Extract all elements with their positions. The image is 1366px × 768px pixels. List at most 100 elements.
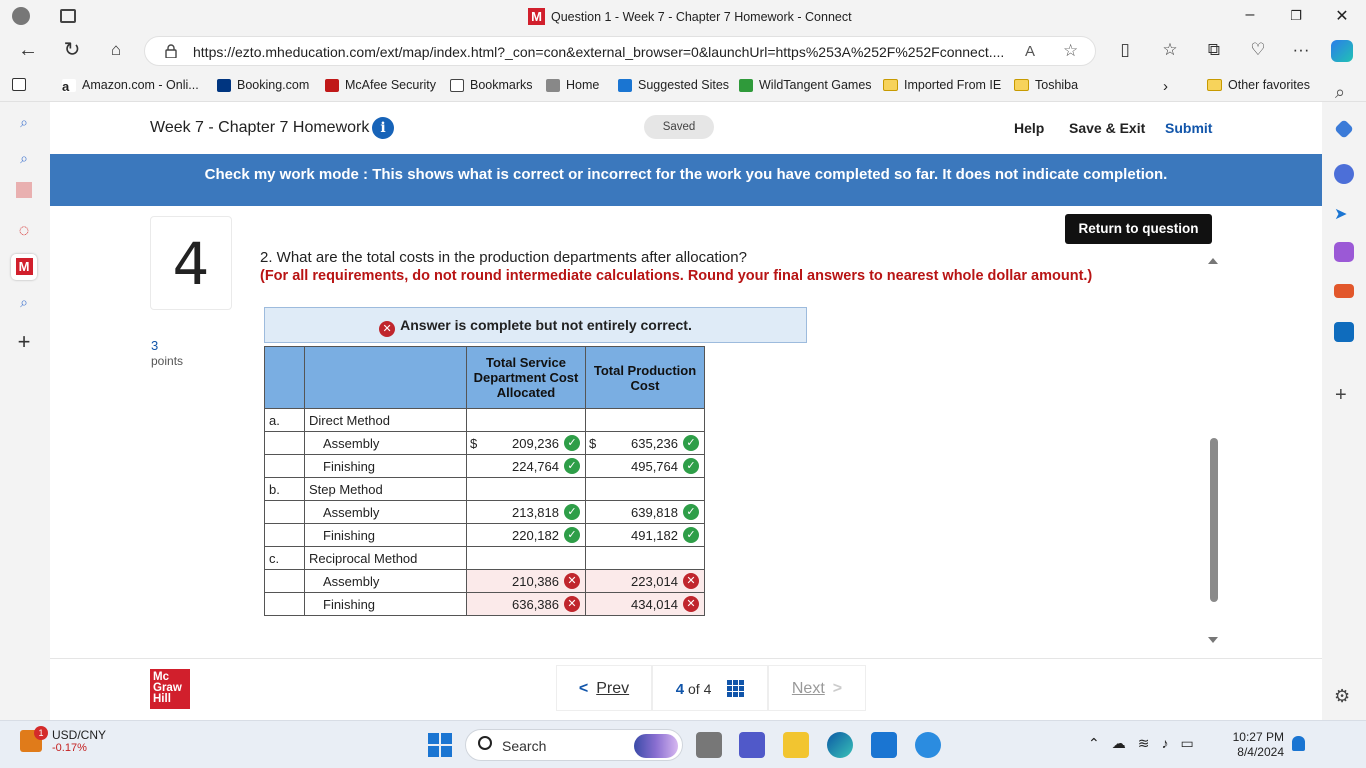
folder-icon [1014,79,1029,91]
read-aloud-icon[interactable]: A [1025,43,1035,60]
app-tile-icon[interactable] [16,182,32,198]
add-icon[interactable]: + [1335,384,1347,407]
allocated-cost-input[interactable]: $209,236 ✓ [466,431,586,455]
incorrect-icon: ✕ [379,321,396,337]
total-production-cost-input[interactable]: $635,236 ✓ [585,431,705,455]
question-text: 2. What are the total costs in the produ… [260,249,747,266]
cloud-icon[interactable]: ☁ [1112,735,1126,752]
department-label: Assembly [304,431,467,455]
outlook-icon[interactable] [1334,322,1354,342]
file-explorer-icon[interactable] [783,732,809,758]
booking-icon [217,78,231,92]
bookmark-toshiba[interactable]: Toshiba [1014,78,1078,92]
mcgraw-hill-tab-icon[interactable]: M [11,254,37,280]
save-exit-link[interactable]: Save & Exit [1069,120,1145,136]
taskbar-search[interactable]: Search [465,729,683,761]
next-button[interactable]: Next > [768,665,866,711]
notification-bell-icon[interactable] [1292,736,1305,751]
copilot-sidebar-icon[interactable] [1334,164,1354,184]
bookmark-mcafee[interactable]: McAfee Security [325,78,436,92]
favorites-icon[interactable]: ☆ [1158,40,1182,60]
favorite-star-icon[interactable]: ☆ [1063,41,1078,61]
back-icon[interactable]: ← [16,40,40,60]
allocated-cost-input[interactable]: 210,386 ✕ [466,569,586,593]
scroll-up-arrow-icon[interactable] [1208,258,1218,264]
scroll-down-arrow-icon[interactable] [1208,637,1218,643]
total-production-cost-input[interactable]: 495,764 ✓ [585,454,705,478]
sidebar-toggle-icon[interactable] [12,78,26,91]
left-sidebar: ⌕ ⌕ ◌ M ⌕ + [0,102,48,720]
home-bookmark-icon [546,78,560,92]
home-icon[interactable]: ⌂ [104,40,128,60]
bookmark-imported-from-ie[interactable]: Imported From IE [883,78,1001,92]
table-row: Assembly 210,386 ✕ 223,014 ✕ [264,569,705,593]
info-icon[interactable]: i [372,117,394,139]
help-app-icon[interactable] [915,732,941,758]
chevron-up-icon[interactable]: ⌃ [1088,735,1100,752]
windows-start-icon[interactable] [428,733,452,757]
settings-gear-icon[interactable]: ⚙ [1334,686,1350,707]
restore-button[interactable]: ❐ [1284,8,1308,24]
extensions-health-icon[interactable]: ♡ [1246,40,1270,60]
app-circle-icon[interactable]: ◌ [12,218,36,242]
bookmarks-overflow-chevron-icon[interactable]: › [1163,78,1168,95]
allocated-cost-input[interactable]: 224,764 ✓ [466,454,586,478]
bookmark-amazon[interactable]: a Amazon.com - Onli... [62,78,199,94]
store-icon[interactable] [871,732,897,758]
wifi-icon[interactable]: ≋ [1138,735,1150,752]
submit-link[interactable]: Submit [1165,120,1212,136]
total-production-cost-input[interactable]: 639,818 ✓ [585,500,705,524]
allocated-cost-input[interactable]: 636,386 ✕ [466,592,586,616]
tag-icon[interactable] [1334,119,1354,139]
scrollbar-thumb[interactable] [1210,438,1218,602]
return-to-question-button[interactable]: Return to question [1065,214,1212,244]
url-text[interactable]: https://ezto.mheducation.com/ext/map/ind… [193,44,1004,60]
stock-widget[interactable]: 1 USD/CNY -0.17% [20,726,106,754]
search-icon[interactable]: ⌕ [1335,82,1345,103]
bookmark-bookmarks[interactable]: Bookmarks [450,78,533,92]
battery-icon[interactable]: ▭ [1180,735,1193,752]
add-icon[interactable]: + [12,330,36,354]
bookmark-booking[interactable]: Booking.com [217,78,309,92]
total-production-cost-input[interactable]: 434,014 ✕ [585,592,705,616]
refresh-icon[interactable]: ↻ [60,40,84,60]
profile-icon[interactable] [12,7,30,25]
prev-button[interactable]: < Prev [556,665,652,711]
search-icon[interactable]: ⌕ [12,290,36,314]
bookmark-wildtangent[interactable]: WildTangent Games [739,78,872,92]
tab-actions-icon[interactable] [60,9,76,23]
split-screen-icon[interactable]: ▯ [1113,40,1137,60]
lock-icon[interactable] [165,44,177,58]
teams-icon[interactable] [739,732,765,758]
copilot-icon[interactable] [1331,40,1353,62]
bookmark-suggested-sites[interactable]: Suggested Sites [618,78,729,92]
more-menu-icon[interactable]: ··· [1289,40,1313,60]
speaker-icon[interactable]: ♪ [1161,735,1168,752]
page-indicator[interactable]: 4 of 4 [652,665,768,711]
method-letter: a. [264,408,305,432]
grid-icon[interactable] [727,680,745,697]
allocated-cost-input[interactable]: 213,818 ✓ [466,500,586,524]
total-production-cost-input[interactable]: 223,014 ✕ [585,569,705,593]
url-input[interactable]: https://ezto.mheducation.com/ext/map/ind… [144,36,1096,66]
close-button[interactable]: ✕ [1330,6,1354,26]
department-label: Assembly [304,500,467,524]
clock[interactable]: 10:27 PM 8/4/2024 [1226,730,1284,760]
search-icon[interactable]: ⌕ [12,110,36,134]
puzzle-icon[interactable] [1334,242,1354,262]
table-header-label [304,346,467,409]
right-sidebar: ⌕ ➤ + ⚙ [1322,82,1366,720]
bookmark-other-favorites[interactable]: Other favorites [1207,78,1310,92]
send-icon[interactable]: ➤ [1334,204,1354,224]
edge-icon[interactable] [827,732,853,758]
search-icon[interactable]: ⌕ [12,146,36,170]
toolbox-icon[interactable] [1334,284,1354,298]
minimize-button[interactable]: – [1238,6,1262,24]
collections-icon[interactable]: ⧉ [1202,40,1226,60]
help-link[interactable]: Help [1014,120,1044,136]
task-view-icon[interactable] [696,732,722,758]
allocated-cost-input[interactable]: 220,182 ✓ [466,523,586,547]
bookmark-home[interactable]: Home [546,78,599,92]
incorrect-x-icon: ✕ [564,573,580,589]
total-production-cost-input[interactable]: 491,182 ✓ [585,523,705,547]
